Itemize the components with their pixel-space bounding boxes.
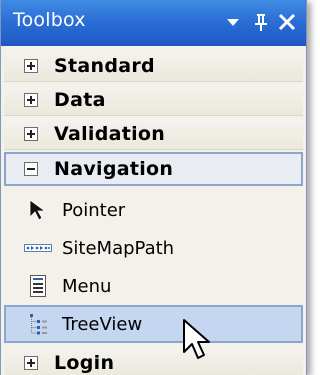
expand-plus-icon[interactable] [24, 126, 38, 141]
toolbox-panel: Toolbox Standard Data Validation Navigat… [0, 0, 307, 375]
item-label: TreeView [62, 313, 143, 335]
category-validation[interactable]: Validation [4, 118, 303, 150]
item-label: Pointer [62, 199, 126, 221]
toolbox-item-sitemappath[interactable]: SiteMapPath [4, 229, 303, 267]
toolbox-title: Toolbox [13, 9, 86, 31]
pin-icon[interactable] [249, 6, 273, 38]
expand-plus-icon[interactable] [24, 92, 38, 107]
category-login[interactable]: Login [4, 347, 303, 375]
category-label: Standard [54, 54, 155, 77]
toolbox-item-pointer[interactable]: Pointer [4, 191, 303, 229]
category-label: Login [54, 351, 115, 374]
mouse-cursor-icon [183, 319, 210, 359]
category-label: Navigation [54, 158, 174, 180]
expand-plus-icon[interactable] [24, 58, 38, 73]
menu-icon [24, 273, 52, 299]
category-navigation[interactable]: Navigation [4, 152, 303, 186]
toolbox-titlebar[interactable]: Toolbox [1, 0, 306, 46]
item-label: Menu [62, 275, 112, 297]
category-data[interactable]: Data [4, 84, 303, 116]
close-icon[interactable] [275, 6, 299, 38]
category-standard[interactable]: Standard [4, 50, 303, 82]
expand-plus-icon[interactable] [24, 355, 38, 370]
treeview-icon [24, 311, 52, 337]
toolbox-item-menu[interactable]: Menu [4, 267, 303, 305]
category-label: Validation [54, 122, 166, 145]
toolbox-screenshot: Toolbox Standard Data Validation Navigat… [0, 0, 317, 375]
dropdown-arrow-icon[interactable] [221, 6, 245, 38]
item-label: SiteMapPath [62, 237, 175, 259]
sitemappath-icon [24, 235, 52, 261]
category-label: Data [54, 88, 106, 111]
toolbox-item-treeview[interactable]: TreeView [4, 305, 303, 343]
collapse-minus-icon[interactable] [24, 162, 38, 176]
pointer-icon [24, 197, 52, 223]
